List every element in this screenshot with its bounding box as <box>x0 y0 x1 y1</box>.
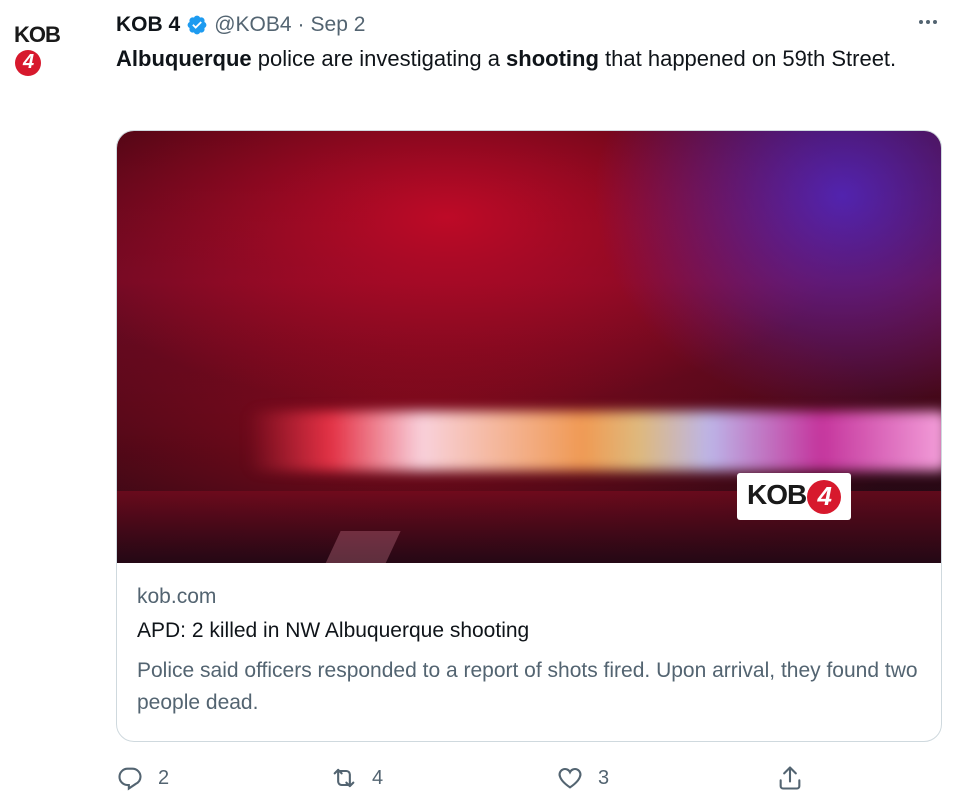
like-count: 3 <box>598 766 610 789</box>
reply-count: 2 <box>158 766 170 789</box>
tweet-date[interactable]: Sep 2 <box>311 13 366 37</box>
keyword-shooting: shooting <box>506 46 599 71</box>
retweet-icon <box>333 768 355 788</box>
card-title: APD: 2 killed in NW Albuquerque shooting <box>137 619 530 642</box>
share-icon <box>779 766 801 790</box>
card-image[interactable]: KOB 4 <box>117 131 941 563</box>
police-lightbar <box>247 411 941 471</box>
image-logo-number: 4 <box>807 479 842 514</box>
card-description: Police said officers responded to a repo… <box>137 659 918 714</box>
logo-text: KOB <box>14 22 61 48</box>
logo-number: 4 <box>15 49 41 76</box>
reply-button[interactable]: 2 <box>116 760 169 796</box>
image-logo-text: KOB 4 <box>747 479 842 514</box>
more-icon[interactable] <box>916 10 940 40</box>
verified-badge-icon <box>187 15 207 35</box>
handle[interactable]: @KOB4 <box>214 13 291 37</box>
display-name[interactable]: KOB 4 <box>116 13 180 37</box>
card-body: kob.com APD: 2 killed in NW Albuquerque … <box>117 563 941 719</box>
link-card[interactable]: KOB 4 kob.com APD: 2 killed in NW Albuque… <box>116 130 942 742</box>
retweet-count: 4 <box>372 766 384 789</box>
reply-icon <box>118 767 142 791</box>
share-button[interactable] <box>776 760 804 796</box>
like-button[interactable]: 3 <box>556 760 609 796</box>
card-domain: kob.com <box>137 585 217 608</box>
tweet-text: Albuquerque police are investigating a s… <box>116 42 936 75</box>
hashtag-albuquerque: Albuquerque <box>116 46 252 71</box>
heart-icon <box>558 767 582 789</box>
retweet-button[interactable]: 4 <box>330 760 383 796</box>
image-watermark-logo: KOB 4 <box>737 473 852 520</box>
kob-logo: KOB4 <box>14 22 84 76</box>
tweet-text-part: police are investigating a <box>251 46 507 71</box>
tweet-text-part: that happened on 59th Street. <box>598 46 897 71</box>
separator: · <box>297 13 305 36</box>
image-logo-letters: KOB <box>747 479 807 510</box>
avatar[interactable]: KOB4 <box>14 14 84 84</box>
action-bar: 2 4 3 <box>116 760 816 796</box>
tweet-header: KOB 4 @KOB4 · Sep 2 <box>116 8 940 42</box>
